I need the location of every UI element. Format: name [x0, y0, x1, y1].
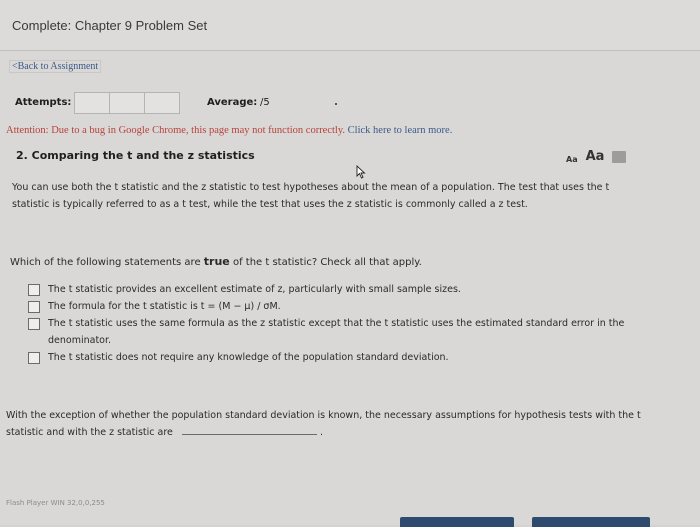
- option-label: The t statistic uses the same formula as…: [48, 318, 625, 346]
- attempts-row: Attempts: Average: /5: [12, 92, 342, 114]
- completion-end: .: [319, 427, 323, 438]
- answer-checkbox[interactable]: [28, 284, 40, 296]
- window-titlebar: Complete: Chapter 9 Problem Set: [0, 0, 700, 51]
- answer-option[interactable]: The t statistic provides an excellent es…: [28, 281, 648, 298]
- prompt-emphasis: true: [203, 255, 230, 268]
- prompt-after: of the t statistic? Check all that apply…: [232, 257, 422, 268]
- chrome-bug-notice: Attention: Due to a bug in Google Chrome…: [6, 125, 452, 136]
- answer-option[interactable]: The t statistic does not require any kno…: [28, 349, 648, 366]
- question-prompt: Which of the following statements are tr…: [10, 255, 422, 268]
- print-icon[interactable]: [612, 151, 627, 163]
- separator-dot: [335, 103, 337, 105]
- question-title: 2. Comparing the t and the z statistics: [16, 149, 255, 162]
- notice-text: Attention: Due to a bug in Google Chrome…: [6, 125, 346, 136]
- attempt-box: [109, 92, 145, 114]
- answer-option[interactable]: The formula for the t statistic is t = (…: [28, 298, 648, 315]
- option-label: The formula for the t statistic is t = (…: [48, 301, 281, 312]
- learn-more-link[interactable]: Click here to learn more.: [348, 125, 453, 136]
- back-to-assignment-link[interactable]: <Back to Assignment: [9, 60, 102, 73]
- cursor-icon: [356, 165, 366, 179]
- footer-button-left[interactable]: [400, 517, 514, 527]
- window-title: Complete: Chapter 9 Problem Set: [12, 18, 208, 33]
- attempt-box: [74, 92, 110, 114]
- completion-question: With the exception of whether the popula…: [6, 407, 666, 441]
- answer-checkbox[interactable]: [28, 352, 40, 364]
- assignment-content: <Back to Assignment Attempts: Average: /…: [0, 51, 700, 527]
- attempt-boxes: [74, 92, 180, 114]
- answer-checkbox[interactable]: [28, 301, 40, 313]
- decrease-font-button[interactable]: Aa: [566, 155, 578, 164]
- completion-text: With the exception of whether the popula…: [6, 410, 641, 438]
- flash-player-version: Flash Player WIN 32,0,0,255: [6, 499, 105, 507]
- question-intro: You can use both the t statistic and the…: [12, 182, 610, 210]
- average-value: /5: [260, 97, 270, 108]
- attempts-label: Attempts:: [15, 97, 72, 108]
- attempt-box: [144, 92, 180, 114]
- average-label: Average:: [207, 97, 258, 108]
- answer-dropdown[interactable]: [181, 425, 317, 435]
- option-label: The t statistic provides an excellent es…: [48, 284, 461, 295]
- font-size-tools: Aa Aa: [566, 149, 627, 164]
- footer-button-right[interactable]: [532, 517, 650, 527]
- increase-font-button[interactable]: Aa: [586, 149, 605, 164]
- answer-checkbox[interactable]: [28, 318, 40, 330]
- answer-option[interactable]: The t statistic uses the same formula as…: [28, 315, 648, 349]
- option-label: The t statistic does not require any kno…: [48, 352, 449, 363]
- answer-options: The t statistic provides an excellent es…: [28, 281, 648, 366]
- prompt-before: Which of the following statements are: [10, 257, 201, 268]
